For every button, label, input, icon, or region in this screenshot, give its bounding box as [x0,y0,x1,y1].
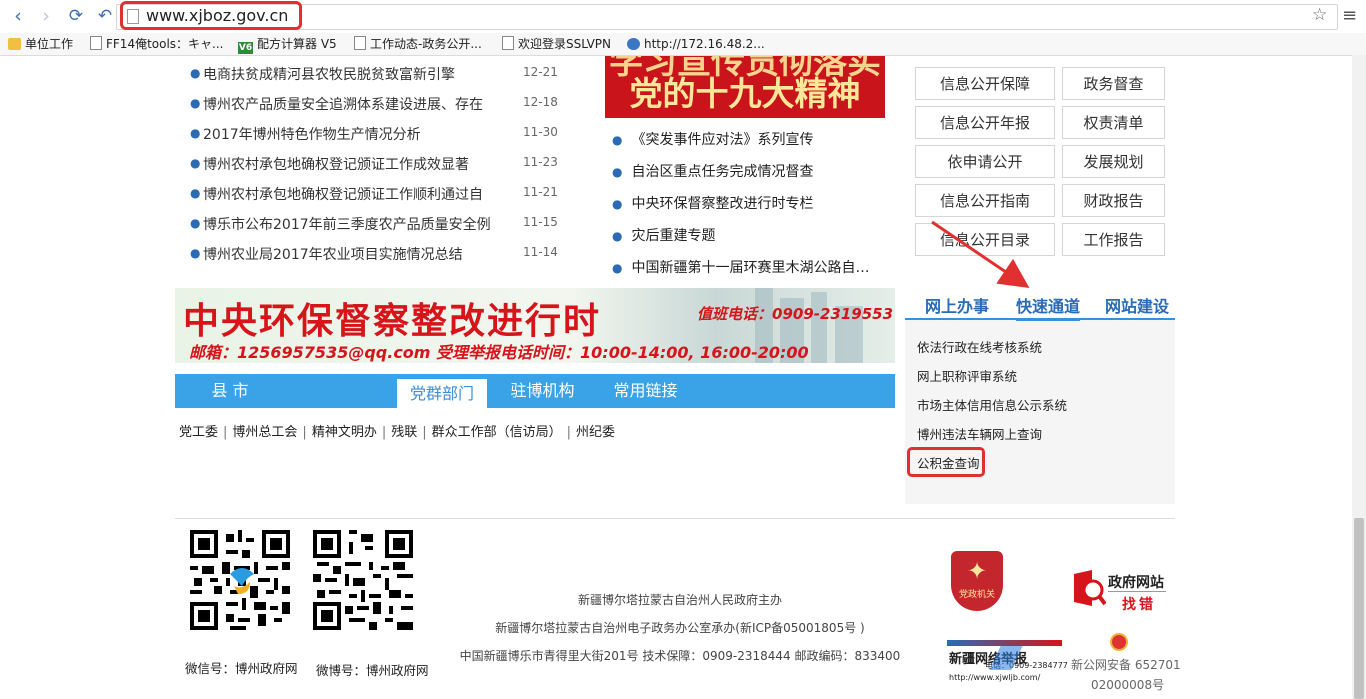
bullet-icon: ● [612,165,623,179]
dept-link[interactable]: 党工委 [179,425,218,440]
news-item[interactable]: ● 博州农业局2017年农业项目实施情况总结 11-14 [190,244,570,264]
tab-counties[interactable]: 县 市 [195,374,265,408]
news-item[interactable]: ● 博乐市公布2017年前三季度农产品质量安全例 11-15 [190,214,570,234]
police-badge-icon [1110,633,1128,651]
bullet-icon: ● [190,216,201,230]
department-links: 党工委 | 博州总工会 | 精神文明办 | 残联 | 群众工作部（信访局） | 州纪委 [179,425,616,440]
party-congress-banner[interactable]: 学习宣传贯彻落实 党的十九大精神 [605,56,885,118]
url-highlight-annotation [120,1,302,30]
news-item[interactable]: ● 博州农村承包地确权登记颁证工作顺利通过自 11-21 [190,184,570,204]
news-item[interactable]: ● 博州农产品质量安全追溯体系建设进展、存在 12-18 [190,94,570,114]
bookmark-item[interactable]: 欢迎登录SSLVPN [502,33,611,55]
bullet-icon: ● [190,246,201,260]
back-icon[interactable]: ‹ [8,6,28,26]
quick-link[interactable]: 博州违法车辆网上查询 [917,424,1042,443]
bullet-icon: ● [612,197,623,211]
forward-icon[interactable]: › [36,6,56,26]
footer-organizer: 新疆博尔塔拉蒙古自治州电子政务办公室承办(新ICP备05001805号 ) [495,621,865,635]
weibo-caption: 微博号：博州政府网 [316,663,429,678]
right-tabs: 网上办事 快速通道 网站建设 [905,288,1175,321]
dept-link[interactable]: 残联 [391,425,417,440]
disclosure-catalog-button[interactable]: 信息公开目录 [915,223,1055,256]
news-item[interactable]: ● 电商扶贫成精河县农牧民脱贫致富新引擎 12-21 [190,64,570,84]
dept-link[interactable]: 精神文明办 [312,425,377,440]
gov-site-errorfind-icon[interactable] [1072,568,1106,608]
topic-link[interactable]: ● 中国新疆第十一届环赛里木湖公路自… [612,257,869,279]
emblem-icon: ✦ [966,557,988,585]
bullet-icon: ● [190,66,201,80]
tab-stationed-agencies[interactable]: 驻博机构 [500,374,585,408]
find-error-label[interactable]: 找错 [1122,594,1156,614]
dept-link[interactable]: 博州总工会 [232,425,297,440]
quick-link[interactable]: 网上职称评审系统 [917,366,1017,385]
tab-party-departments[interactable]: 党群部门 [397,379,487,408]
document-icon [354,36,366,50]
bullet-icon: ● [190,126,201,140]
public-security-record[interactable]: 新公网安备 652701 [1071,656,1181,673]
weibo-qr-code [313,530,413,630]
dept-link[interactable]: 州纪委 [576,425,615,440]
housing-fund-highlight-annotation [907,447,985,477]
power-list-button[interactable]: 权责清单 [1062,106,1165,139]
info-disclosure-guarantee-button[interactable]: 信息公开保障 [915,67,1055,100]
public-security-record-number[interactable]: 02000008号 [1091,676,1164,693]
bullet-icon: ● [612,261,623,275]
bookmark-item[interactable]: 单位工作 [8,33,73,55]
finance-report-button[interactable]: 财政报告 [1062,184,1165,217]
bookmark-item[interactable]: V6 配方计算器 V5 [238,33,337,55]
bookmark-item[interactable]: FF14俺tools：キャ... [90,33,224,55]
footer-divider [175,518,1175,519]
gov-site-label[interactable]: 政府网站 [1108,572,1164,592]
bookmark-item[interactable]: http://172.16.48.2... [627,33,765,55]
bookmark-star-icon[interactable]: ☆ [1312,5,1327,25]
annual-report-button[interactable]: 信息公开年报 [915,106,1055,139]
vertical-scrollbar[interactable] [1352,55,1366,699]
department-tabs: 县 市 党群部门 驻博机构 常用链接 [175,374,895,408]
dept-link[interactable]: 群众工作部（信访局） [432,425,562,440]
topic-link[interactable]: ● 自治区重点任务完成情况督查 [612,161,813,183]
footer-sponsor: 新疆博尔塔拉蒙古自治州人民政府主办 [577,593,782,607]
tab-common-links[interactable]: 常用链接 [603,374,688,408]
disclosure-guide-button[interactable]: 信息公开指南 [915,184,1055,217]
development-plan-button[interactable]: 发展规划 [1062,145,1165,178]
work-report-button[interactable]: 工作报告 [1062,223,1165,256]
party-gov-badge[interactable]: ✦ 党政机关 [951,551,1003,611]
bullet-icon: ● [190,186,201,200]
tab-site-construction[interactable]: 网站建设 [1105,293,1169,317]
v6-app-icon: V6 [238,42,253,54]
bullet-icon: ● [190,156,201,170]
scrollbar-thumb[interactable] [1354,518,1364,699]
bullet-icon: ● [612,229,623,243]
env-inspection-banner[interactable]: 中央环保督察整改进行时 值班电话：0909-2319553 邮箱：1256957… [175,288,895,363]
gov-supervision-button[interactable]: 政务督查 [1062,67,1165,100]
tab-quick-channel[interactable]: 快速通道 [1016,293,1081,321]
bullet-icon: ● [190,96,201,110]
apply-disclosure-button[interactable]: 依申请公开 [915,145,1055,178]
wechat-qr-code [190,530,290,630]
topic-link[interactable]: ● 灾后重建专题 [612,225,715,247]
wechat-caption: 微信号：博州政府网 [185,661,298,676]
bookmarks-bar: 单位工作 FF14俺tools：キャ... V6 配方计算器 V5 工作动态-政务… [0,33,1366,56]
quick-link[interactable]: 市场主体信用信息公示系统 [917,395,1067,414]
menu-icon[interactable]: ≡ [1342,5,1357,26]
bookmark-item[interactable]: 工作动态-政务公开... [354,33,482,55]
refresh-icon[interactable]: ⟳ [66,6,86,26]
globe-icon [627,38,640,50]
topic-link[interactable]: ● 《突发事件应对法》系列宣传 [612,129,813,151]
news-item[interactable]: ● 博州农村承包地确权登记颁证工作成效显著 11-23 [190,154,570,174]
document-icon [502,36,514,50]
tab-online-services[interactable]: 网上办事 [925,293,989,317]
bullet-icon: ● [612,133,623,147]
xinjiang-report-logo[interactable]: 新疆网络举报 电话：0909-2384777 http://www.xjwljb… [947,640,1068,685]
news-item[interactable]: ● 2017年博州特色作物生产情况分析 11-30 [190,124,570,144]
folder-icon [8,38,21,50]
undo-icon[interactable]: ↶ [95,6,115,26]
topic-link[interactable]: ● 中央环保督察整改进行时专栏 [612,193,813,215]
quick-link[interactable]: 依法行政在线考核系统 [917,337,1042,356]
footer-address: 中国新疆博乐市青得里大街201号 技术保障：0909-2318444 邮政编码：… [459,649,901,663]
document-icon [90,36,102,50]
